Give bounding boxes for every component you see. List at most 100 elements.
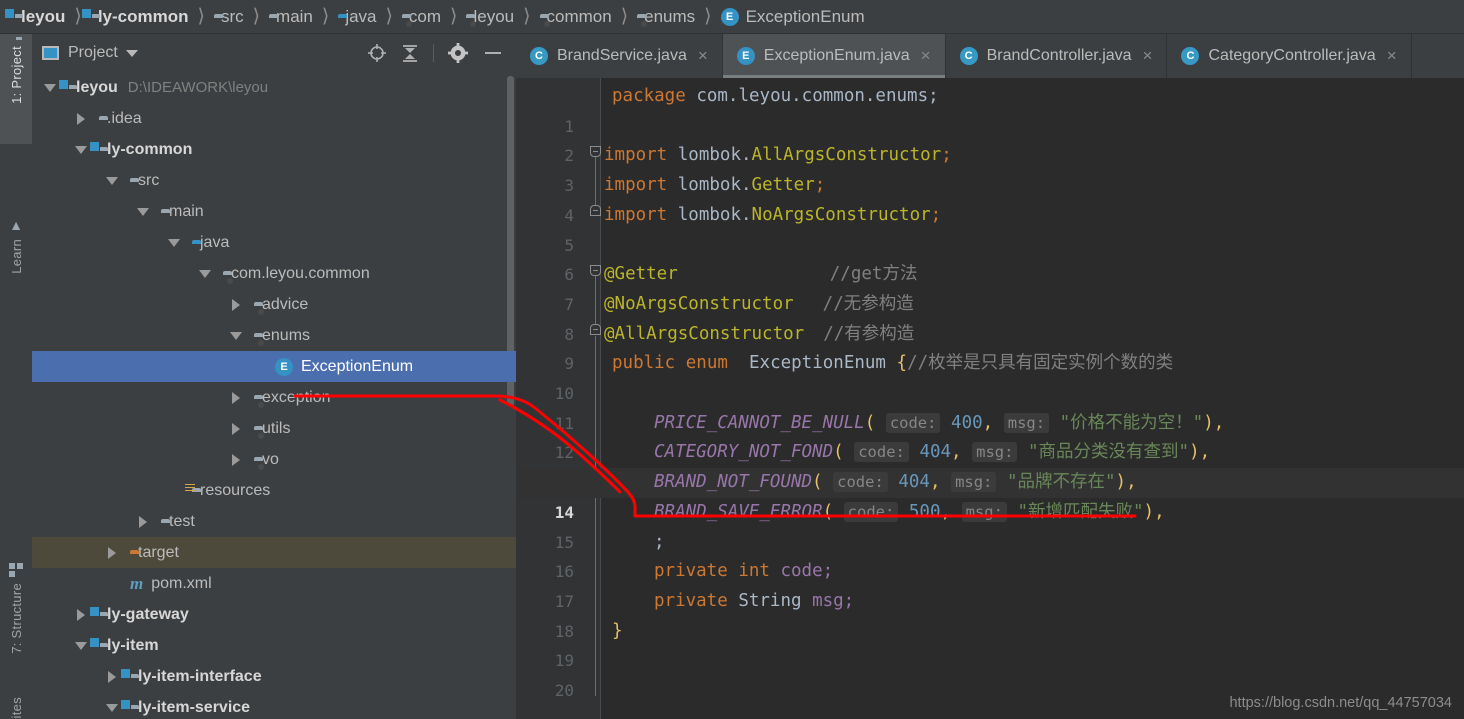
chevron-right-icon[interactable] bbox=[104, 671, 120, 683]
token-enum-constant: PRICE_CANNOT_BE_NULL bbox=[654, 412, 865, 433]
code-line-14: 14 BRAND_NOT_FOUND( code: 404, msg: "品牌不… bbox=[516, 468, 1464, 522]
code-line-3: 3 import lombok.AllArgsConstructor; bbox=[516, 141, 1464, 195]
locate-icon[interactable] bbox=[367, 43, 387, 63]
tree-node-ExceptionEnum[interactable]: E ExceptionEnum bbox=[32, 351, 516, 382]
breadcrumb-item-leyou[interactable]: leyou bbox=[4, 4, 67, 30]
breadcrumb-separator-icon: ⟩ bbox=[620, 5, 629, 27]
collapse-all-icon[interactable] bbox=[401, 43, 419, 63]
tree-node-pom-xml[interactable]: m pom.xml bbox=[32, 568, 516, 599]
chevron-right-icon[interactable] bbox=[73, 609, 89, 621]
tab-BrandService[interactable]: C BrandService.java × bbox=[516, 34, 723, 78]
breadcrumb-item-ExceptionEnum[interactable]: E ExceptionEnum bbox=[719, 4, 867, 30]
code-line-8: 8 @NoArgsConstructor//无参构造 bbox=[516, 290, 1464, 344]
project-tree[interactable]: leyou D:\IDEAWORK\leyou .idea ly-common … bbox=[32, 72, 516, 719]
chevron-down-icon[interactable] bbox=[125, 49, 138, 57]
tab-CategoryController[interactable]: C CategoryController.java × bbox=[1167, 34, 1412, 78]
tree-node-path: D:\IDEAWORK\leyou bbox=[127, 79, 269, 96]
tree-node-label: ly-item bbox=[107, 636, 159, 654]
token-number: 400 bbox=[951, 412, 983, 433]
code-editor[interactable]: 1 package com.leyou.common.enums; 2 3 im… bbox=[516, 78, 1464, 719]
code-text: import lombok.Getter; bbox=[604, 171, 825, 201]
chevron-down-icon[interactable] bbox=[73, 642, 89, 650]
chevron-right-icon[interactable] bbox=[104, 547, 120, 559]
tree-node-label: pom.xml bbox=[151, 574, 212, 592]
chevron-right-icon[interactable] bbox=[228, 299, 244, 311]
code-line-11: 11 bbox=[516, 379, 1464, 433]
chevron-right-icon[interactable] bbox=[228, 392, 244, 404]
enum-icon: E bbox=[720, 7, 739, 26]
settings-gear-icon[interactable] bbox=[448, 43, 468, 63]
tree-node-vo[interactable]: vo bbox=[32, 444, 516, 475]
close-icon[interactable]: × bbox=[921, 46, 931, 66]
tree-node-advice[interactable]: advice bbox=[32, 289, 516, 320]
breadcrumb-item-src[interactable]: src bbox=[212, 4, 246, 30]
breadcrumb-item-enums[interactable]: enums bbox=[635, 4, 697, 30]
breadcrumb-separator-icon: ⟩ bbox=[704, 5, 712, 27]
tree-node-leyou[interactable]: leyou D:\IDEAWORK\leyou bbox=[32, 72, 516, 103]
tree-node-ly-item[interactable]: ly-item bbox=[32, 630, 516, 661]
breadcrumb-label: leyou bbox=[473, 6, 515, 26]
code-line-13: 13 CATEGORY_NOT_FOND( code: 404, msg: "商… bbox=[516, 438, 1464, 492]
tree-node-ly-item-service[interactable]: ly-item-service bbox=[32, 692, 516, 719]
breadcrumb-item-java[interactable]: java bbox=[336, 4, 378, 30]
chevron-right-icon[interactable] bbox=[135, 516, 151, 528]
breadcrumb-label: ExceptionEnum bbox=[745, 6, 865, 26]
parameter-hint: code: bbox=[885, 412, 941, 433]
close-icon[interactable]: × bbox=[1143, 46, 1153, 66]
breadcrumb-item-ly-common[interactable]: ly-common bbox=[80, 4, 191, 30]
tree-node-ly-item-interface[interactable]: ly-item-interface bbox=[32, 661, 516, 692]
chevron-right-icon[interactable] bbox=[228, 423, 244, 435]
chevron-down-icon[interactable] bbox=[104, 704, 120, 712]
code-text: private String msg; bbox=[654, 587, 854, 617]
breadcrumb-item-com[interactable]: com bbox=[400, 4, 443, 30]
token-keyword: package bbox=[612, 86, 686, 106]
chevron-down-icon[interactable] bbox=[73, 146, 89, 154]
code-line-16: 16 ; bbox=[516, 528, 1464, 582]
tree-node-exception[interactable]: exception bbox=[32, 382, 516, 413]
chevron-down-icon[interactable] bbox=[135, 208, 151, 216]
breadcrumb-item-main[interactable]: main bbox=[267, 4, 315, 30]
sidebar-item-favorites[interactable]: Favorites bbox=[0, 679, 32, 719]
tree-node-com-leyou-common[interactable]: com.leyou.common bbox=[32, 258, 516, 289]
chevron-right-icon[interactable] bbox=[73, 113, 89, 125]
tab-BrandController[interactable]: C BrandController.java × bbox=[946, 34, 1168, 78]
code-text: private int code; bbox=[654, 557, 833, 587]
tree-node-ly-gateway[interactable]: ly-gateway bbox=[32, 599, 516, 630]
chevron-down-icon[interactable] bbox=[42, 84, 58, 92]
tree-node-label: main bbox=[169, 202, 204, 220]
tree-node-main[interactable]: main bbox=[32, 196, 516, 227]
chevron-right-icon[interactable] bbox=[228, 454, 244, 466]
tree-node-label: .idea bbox=[107, 109, 142, 127]
token-type: String bbox=[738, 590, 802, 611]
tree-node-utils[interactable]: utils bbox=[32, 413, 516, 444]
tree-node-test[interactable]: test bbox=[32, 506, 516, 537]
token-package: lombok. bbox=[677, 145, 752, 166]
tree-node-src[interactable]: src bbox=[32, 165, 516, 196]
code-text: @Getter //get方法 bbox=[604, 260, 917, 290]
code-line-18: 18 private String msg; bbox=[516, 587, 1464, 641]
parameter-hint: msg: bbox=[951, 472, 997, 493]
tree-node-java[interactable]: java bbox=[32, 227, 516, 258]
close-icon[interactable]: × bbox=[698, 46, 708, 66]
breadcrumb-label: main bbox=[276, 6, 313, 26]
sidebar-item-learn[interactable]: Learn ▲ bbox=[0, 184, 32, 274]
tree-node-label: advice bbox=[262, 295, 309, 313]
chevron-down-icon[interactable] bbox=[166, 239, 182, 247]
tree-node-ly-common[interactable]: ly-common bbox=[32, 134, 516, 165]
chevron-down-icon[interactable] bbox=[104, 177, 120, 185]
tree-node-target[interactable]: target bbox=[32, 537, 516, 568]
token-annotation: @AllArgsConstructor bbox=[604, 323, 805, 344]
hide-panel-icon[interactable] bbox=[482, 43, 504, 63]
chevron-down-icon[interactable] bbox=[228, 332, 244, 340]
tree-node-enums[interactable]: enums bbox=[32, 320, 516, 351]
tab-ExceptionEnum[interactable]: E ExceptionEnum.java × bbox=[722, 34, 946, 78]
chevron-down-icon[interactable] bbox=[197, 270, 213, 278]
tree-node-idea[interactable]: .idea bbox=[32, 103, 516, 134]
sidebar-item-structure[interactable]: 7: Structure bbox=[0, 529, 32, 654]
close-icon[interactable]: × bbox=[1387, 46, 1397, 66]
tree-node-resources[interactable]: resources bbox=[32, 475, 516, 506]
breadcrumb-item-leyou-pkg[interactable]: leyou bbox=[464, 4, 516, 30]
breadcrumb-item-common[interactable]: common bbox=[538, 4, 614, 30]
code-line-12: 12 PRICE_CANNOT_BE_NULL( code: 400, msg:… bbox=[516, 409, 1464, 462]
sidebar-item-project[interactable]: 1: Project bbox=[0, 34, 32, 144]
